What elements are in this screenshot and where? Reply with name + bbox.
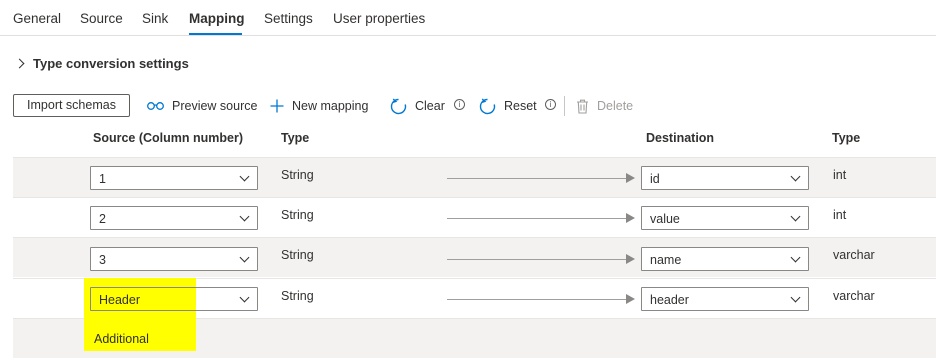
tab-mapping[interactable]: Mapping: [189, 11, 245, 26]
chevron-down-icon: [790, 252, 801, 263]
chevron-down-icon: [790, 171, 801, 182]
delete-label: Delete: [597, 99, 634, 113]
destination-column-select[interactable]: name: [641, 247, 809, 271]
type-conversion-label: Type conversion settings: [33, 55, 189, 71]
source-type: String: [281, 289, 314, 303]
chevron-down-icon: [239, 292, 250, 303]
source-column-value: 1: [99, 172, 106, 186]
destination-type: int: [833, 168, 847, 182]
refresh-icon: [390, 98, 407, 115]
toolbar-divider: [564, 96, 565, 116]
reset-label: Reset: [504, 99, 537, 113]
delete-button[interactable]: Delete: [576, 96, 633, 116]
tab-user-properties[interactable]: User properties: [333, 11, 425, 26]
tab-settings[interactable]: Settings: [264, 11, 313, 26]
tab-sink[interactable]: Sink: [142, 11, 168, 26]
chevron-right-icon: [14, 58, 25, 68]
chevron-down-icon: [790, 292, 801, 303]
type-conversion-toggle[interactable]: Type conversion settings: [14, 54, 189, 72]
clear-info-icon[interactable]: i: [454, 99, 465, 110]
destination-column-value: id: [650, 172, 660, 186]
tab-bar: General Source Sink Mapping Settings Use…: [0, 0, 936, 36]
reset-button[interactable]: Reset: [479, 96, 537, 116]
destination-column-select[interactable]: value: [641, 206, 809, 230]
source-column-value: 3: [99, 253, 106, 267]
chevron-down-icon: [790, 211, 801, 222]
plus-icon: [270, 99, 284, 113]
source-type: String: [281, 168, 314, 182]
reset-icon: [479, 98, 496, 115]
source-column-select[interactable]: 3: [90, 247, 258, 271]
destination-column-value: header: [650, 293, 689, 307]
destination-column-select[interactable]: id: [641, 166, 809, 190]
new-mapping-label: New mapping: [292, 99, 369, 113]
source-column-value: 2: [99, 212, 106, 226]
arrow-right-icon: [626, 294, 635, 304]
trash-icon: [576, 99, 589, 114]
arrow-right-icon: [626, 213, 635, 223]
new-mapping-button[interactable]: New mapping: [270, 96, 368, 116]
mapping-connector-line: [447, 178, 627, 179]
destination-column-header: Destination: [646, 131, 715, 145]
chevron-down-icon: [239, 211, 250, 222]
chevron-down-icon: [239, 252, 250, 263]
source-column-select[interactable]: 2: [90, 206, 258, 230]
source-column-header: Source (Column number): [93, 131, 244, 145]
destination-type: varchar: [833, 289, 875, 303]
source-type: String: [281, 208, 314, 222]
active-tab-indicator: [189, 33, 242, 35]
destination-type: int: [833, 208, 847, 222]
chevron-down-icon: [239, 171, 250, 182]
tab-general[interactable]: General: [13, 11, 61, 26]
preview-source-button[interactable]: Preview source: [147, 96, 257, 116]
mapping-connector-line: [447, 299, 627, 300]
destination-type: varchar: [833, 248, 875, 262]
tab-source[interactable]: Source: [80, 11, 123, 26]
source-column-value: Header: [99, 293, 140, 307]
import-schemas-button[interactable]: Import schemas: [13, 94, 130, 117]
arrow-right-icon: [626, 173, 635, 183]
reset-info-icon[interactable]: i: [545, 99, 556, 110]
preview-source-label: Preview source: [172, 99, 258, 113]
source-column-select[interactable]: 1: [90, 166, 258, 190]
destination-column-value: name: [650, 253, 682, 267]
destination-type-header: Type: [832, 131, 861, 145]
source-type: String: [281, 248, 314, 262]
destination-column-value: value: [650, 212, 680, 226]
preview-glasses-icon: [147, 101, 164, 111]
arrow-right-icon: [626, 254, 635, 264]
mapping-connector-line: [447, 259, 627, 260]
clear-button[interactable]: Clear: [390, 96, 445, 116]
destination-column-select[interactable]: header: [641, 287, 809, 311]
source-column-select[interactable]: Header: [90, 287, 258, 311]
additional-link[interactable]: Additional: [94, 332, 149, 346]
clear-label: Clear: [415, 99, 445, 113]
mapping-connector-line: [447, 218, 627, 219]
source-type-header: Type: [281, 131, 310, 145]
